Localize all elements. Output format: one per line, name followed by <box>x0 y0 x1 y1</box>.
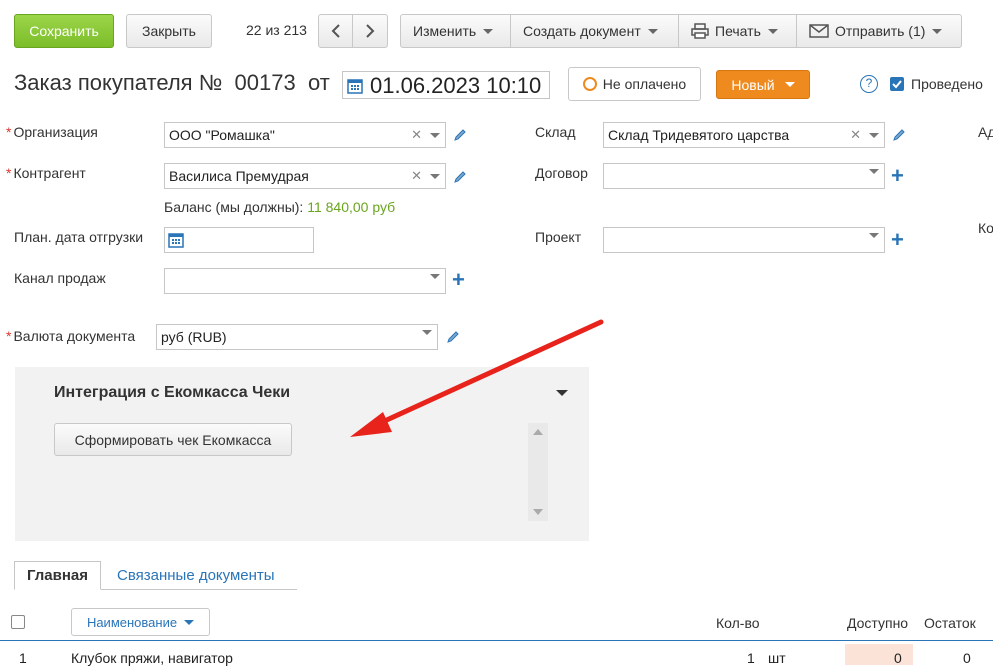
select-all-checkbox[interactable] <box>11 615 25 629</box>
remain-header: Остаток <box>924 615 976 631</box>
row-number: 1 <box>19 650 27 666</box>
name-header-label: Наименование <box>86 614 178 630</box>
annotation-arrow <box>350 319 604 437</box>
row-unit: шт <box>768 650 786 666</box>
row-available: 0 <box>894 650 902 666</box>
tab-main[interactable]: Главная <box>14 561 102 590</box>
name-column-sort-button[interactable]: Наименование <box>71 608 210 636</box>
available-cell-highlight <box>845 644 913 665</box>
available-header: Доступно <box>847 615 909 631</box>
row-qty: 1 <box>747 650 755 666</box>
tab-related-documents[interactable]: Связанные документы <box>117 567 275 584</box>
qty-header: Кол-во <box>716 615 760 631</box>
table-row[interactable]: 1 Клубок пряжи, навигатор 1 шт 0 0 <box>0 641 993 666</box>
row-remain: 0 <box>963 650 971 666</box>
row-name: Клубок пряжи, навигатор <box>71 650 233 666</box>
chevron-down-icon <box>184 619 195 625</box>
